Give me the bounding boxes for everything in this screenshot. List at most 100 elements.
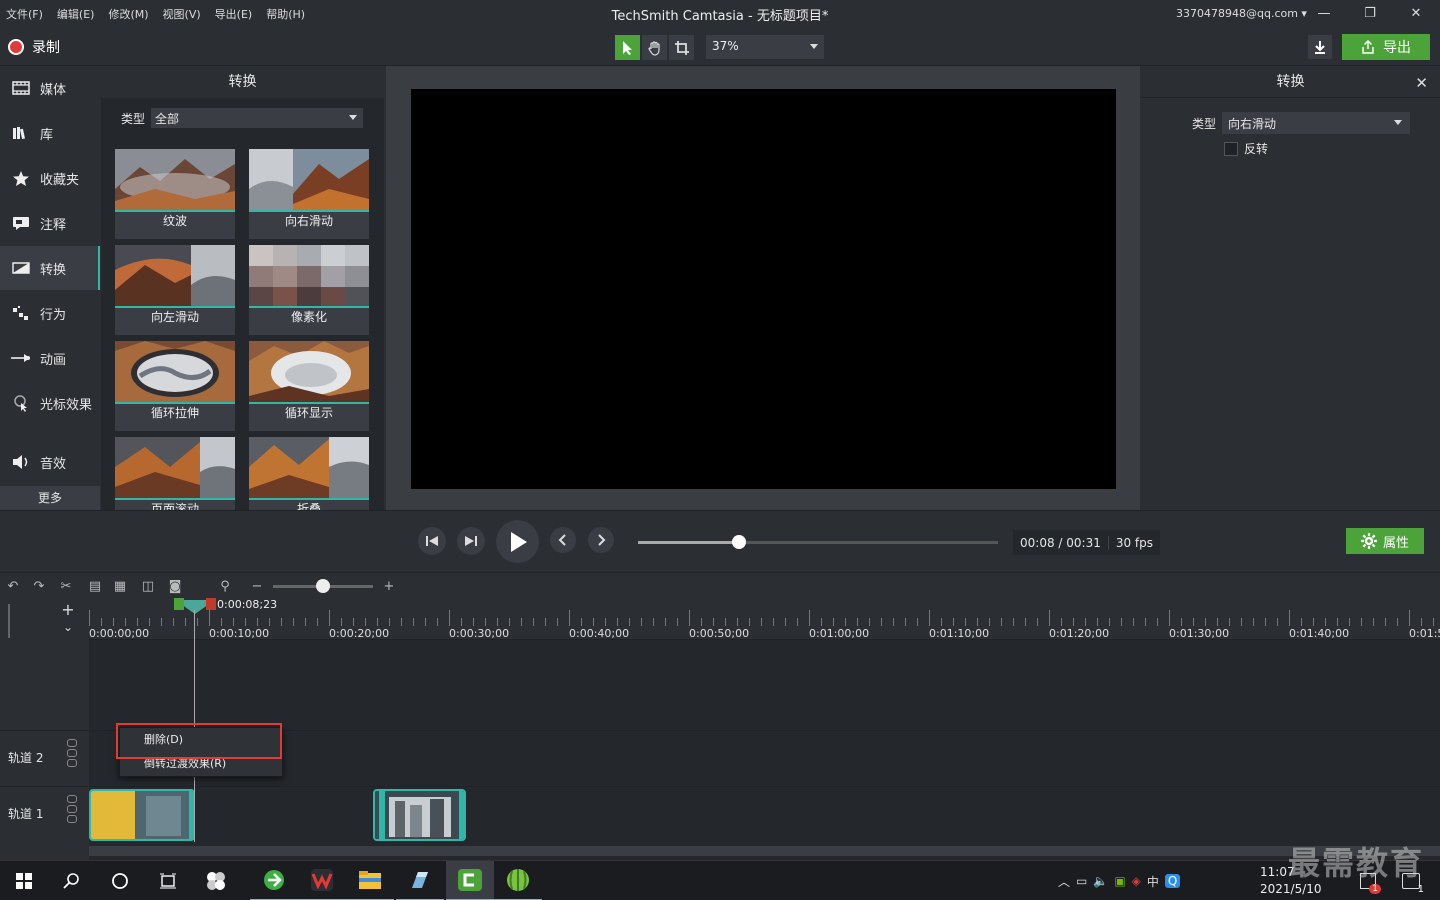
- selection-end-marker[interactable]: [206, 598, 216, 610]
- chevron-down-icon[interactable]: ⌄: [58, 620, 78, 638]
- step-forward-button[interactable]: [457, 527, 485, 555]
- crop-tool-button[interactable]: [669, 35, 694, 60]
- nav-item-favorites[interactable]: 收藏夹: [0, 156, 100, 200]
- chevron-up-icon[interactable]: ︿: [1058, 873, 1070, 890]
- step-back-button[interactable]: [418, 527, 446, 555]
- transition-thumb-slide-left[interactable]: 向左滑动: [115, 245, 235, 335]
- nvidia-icon[interactable]: ▣: [1114, 874, 1125, 888]
- wps-icon[interactable]: [298, 861, 346, 900]
- restore-button[interactable]: ❐: [1360, 4, 1380, 24]
- track-1-lane[interactable]: [89, 786, 1440, 842]
- menu-modify[interactable]: 修改(M): [108, 6, 148, 22]
- file-explorer-icon[interactable]: [346, 861, 394, 900]
- lock-icon[interactable]: [67, 815, 77, 823]
- pan-tool-button[interactable]: [642, 35, 667, 60]
- menu-item-reverse-transition[interactable]: 倒转过渡效果(R): [120, 752, 282, 776]
- pinwheel-app-icon[interactable]: [192, 861, 240, 900]
- camtasia-icon[interactable]: [446, 861, 494, 900]
- next-button[interactable]: [588, 527, 614, 553]
- nav-item-media[interactable]: 媒体: [0, 66, 100, 110]
- transition-thumb-ripple[interactable]: 纹波: [115, 149, 235, 239]
- timeline-ruler[interactable]: 0:00:00;00 0:00:10;00 0:00:20;00 0:00:30…: [89, 598, 1440, 640]
- zoom-select[interactable]: 37%: [706, 35, 824, 59]
- ime-indicator[interactable]: 中: [1147, 873, 1159, 890]
- close-button[interactable]: ✕: [1406, 4, 1426, 24]
- zoom-fit-icon[interactable]: ⚲: [217, 578, 233, 594]
- filter-select[interactable]: 全部: [151, 108, 364, 128]
- nav-item-cursor-effects[interactable]: 光标效果: [0, 381, 100, 425]
- task-view-icon[interactable]: [144, 861, 192, 900]
- network-icon[interactable]: ▭: [1076, 874, 1087, 888]
- transition-thumb-circle-stretch[interactable]: 循环拉伸: [115, 341, 235, 431]
- menu-help[interactable]: 帮助(H): [266, 6, 305, 22]
- preview-canvas[interactable]: [411, 89, 1116, 489]
- add-track-icon[interactable]: +: [58, 600, 78, 619]
- nav-item-animations[interactable]: 动画: [0, 336, 100, 380]
- media-clip-1[interactable]: [89, 789, 195, 841]
- menu-export[interactable]: 导出(E): [215, 6, 253, 22]
- eye-icon[interactable]: [67, 739, 77, 747]
- nav-item-audio-effects[interactable]: 音效: [0, 440, 100, 484]
- track-1-header[interactable]: 轨道 1: [0, 786, 88, 842]
- transition-thumb-circle-reveal[interactable]: 循环显示: [249, 341, 369, 431]
- security-icon[interactable]: ◈: [1132, 874, 1141, 888]
- windows-start-icon[interactable]: [0, 861, 48, 900]
- context-menu: 删除(D) 倒转过渡效果(R): [119, 727, 283, 777]
- type-select[interactable]: 向右滑动: [1222, 112, 1411, 134]
- cortana-icon[interactable]: [96, 861, 144, 900]
- reverse-checkbox[interactable]: [1224, 141, 1238, 156]
- transition-thumb-slide-right[interactable]: 向右滑动: [249, 149, 369, 239]
- redo-icon[interactable]: ↷: [31, 578, 47, 594]
- close-icon[interactable]: ✕: [1415, 74, 1428, 92]
- nav-item-library[interactable]: 库: [0, 111, 100, 155]
- timeline[interactable]: 0:00:00;00 0:00:10;00 0:00:20;00 0:00:30…: [89, 598, 1440, 860]
- transition-thumb-pixelate[interactable]: 像素化: [249, 245, 369, 335]
- notes-app-icon[interactable]: [396, 861, 444, 900]
- nav-more-button[interactable]: 更多: [0, 486, 100, 510]
- previous-button[interactable]: [550, 527, 576, 553]
- pointer-icon: [622, 40, 632, 55]
- track-2-lane[interactable]: [89, 730, 1440, 786]
- account-menu[interactable]: 3370478948@qq.com ▾: [1176, 7, 1307, 20]
- play-button[interactable]: [496, 520, 539, 563]
- nav-item-annotations[interactable]: 注释: [0, 201, 100, 245]
- qq-icon[interactable]: Q: [1164, 874, 1181, 888]
- record-button[interactable]: 录制: [8, 37, 60, 57]
- scrub-handle[interactable]: [731, 535, 746, 549]
- menu-edit[interactable]: 编辑(E): [57, 6, 95, 22]
- search-icon[interactable]: [48, 861, 96, 900]
- export-button[interactable]: 导出: [1342, 34, 1430, 60]
- menu-file[interactable]: 文件(F): [6, 6, 43, 22]
- timeline-scrollbar[interactable]: [89, 846, 1440, 856]
- eye-icon[interactable]: [67, 795, 77, 803]
- track-height-icon[interactable]: [8, 604, 32, 638]
- unlink-icon[interactable]: [67, 749, 77, 757]
- properties-button[interactable]: 属性: [1346, 528, 1424, 554]
- scrub-bar[interactable]: [638, 541, 998, 544]
- cut-icon[interactable]: ✂: [58, 578, 74, 594]
- browser-icon[interactable]: [250, 861, 298, 900]
- menu-item-delete[interactable]: 删除(D): [120, 728, 282, 752]
- paste-icon[interactable]: ▦: [112, 578, 128, 594]
- timeline-zoom-handle[interactable]: [316, 579, 330, 593]
- copy-icon[interactable]: ▤: [87, 578, 103, 594]
- minimize-button[interactable]: —: [1314, 4, 1334, 24]
- download-button[interactable]: [1308, 35, 1332, 59]
- zoom-out-icon[interactable]: −: [249, 578, 265, 594]
- selection-start-marker[interactable]: [174, 598, 184, 610]
- undo-icon[interactable]: ↶: [5, 578, 21, 594]
- menu-view[interactable]: 视图(V): [163, 6, 201, 22]
- nav-item-transitions[interactable]: 转换: [0, 246, 100, 290]
- snapshot-icon[interactable]: ◙: [167, 578, 183, 594]
- melon-app-icon[interactable]: [494, 861, 542, 900]
- track-2-header[interactable]: 轨道 2: [0, 730, 88, 786]
- unlink-icon[interactable]: [67, 805, 77, 813]
- reverse-option[interactable]: 反转: [1224, 140, 1268, 157]
- lock-icon[interactable]: [67, 759, 77, 767]
- nav-item-behaviors[interactable]: 行为: [0, 291, 100, 335]
- split-icon[interactable]: ◫: [140, 578, 156, 594]
- media-clip-2[interactable]: [373, 789, 466, 841]
- zoom-in-icon[interactable]: +: [381, 578, 397, 594]
- select-tool-button[interactable]: [615, 35, 640, 60]
- volume-icon[interactable]: 🔈: [1093, 874, 1108, 888]
